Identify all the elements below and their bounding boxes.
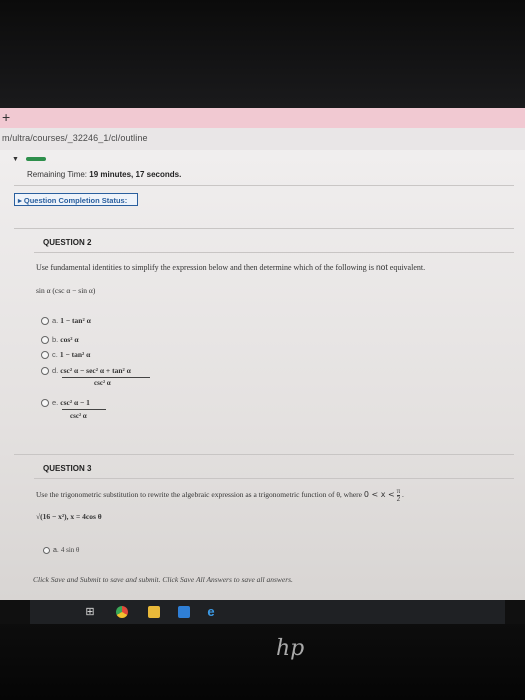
question-header-line: [34, 252, 514, 253]
question-3-option-a[interactable]: a. 4 sin θ: [43, 546, 79, 554]
option-denominator: csc² α: [94, 379, 111, 387]
file-explorer-icon[interactable]: [148, 606, 160, 618]
option-d[interactable]: d. csc² α − sec² α + tan² α: [41, 366, 131, 375]
progress-indicator: [26, 157, 46, 161]
fraction-bar: [62, 377, 150, 378]
triangle-down-icon[interactable]: ▼: [12, 156, 19, 163]
option-a[interactable]: a. 1 − tan² α: [41, 316, 91, 325]
option-label: c.: [52, 350, 58, 359]
option-e[interactable]: e. csc² α − 1: [41, 398, 90, 407]
hp-logo: hp: [276, 636, 305, 661]
edge-icon[interactable]: e: [205, 605, 217, 618]
timer-label: Remaining Time:: [27, 170, 88, 179]
option-b[interactable]: b. cos² α: [41, 335, 79, 344]
url-text: m/ultra/courses/_32246_1/cl/outline: [2, 133, 148, 143]
instruction-end: equivalent.: [389, 263, 426, 272]
question-3-title: QUESTION 3: [43, 464, 92, 473]
question-header-line: [34, 478, 514, 479]
option-text: 4 sin θ: [60, 546, 80, 554]
timer-value: 19 minutes, 17 seconds.: [89, 170, 182, 179]
laptop-bezel: [0, 624, 525, 700]
status-expand-icon: ▸: [18, 196, 22, 205]
chrome-icon[interactable]: [116, 606, 128, 618]
option-numerator: csc² α − sec² α + tan² α: [60, 366, 131, 375]
instruction-text: Use fundamental identities to simplify t…: [36, 263, 374, 272]
option-text: 1 − tan² α: [59, 350, 91, 359]
divider: [14, 185, 514, 186]
question-3-instruction: Use the trigonometric substitution to re…: [36, 488, 404, 503]
store-icon[interactable]: [178, 606, 190, 618]
status-button-label: Question Completion Status:: [23, 196, 128, 205]
radio-button[interactable]: [41, 350, 49, 359]
option-label: e.: [52, 398, 59, 407]
option-c[interactable]: c. 1 − tan² α: [41, 350, 90, 359]
condition-end: .: [402, 490, 404, 500]
option-label: b.: [52, 335, 59, 344]
radio-button[interactable]: [43, 546, 50, 554]
browser-tab-strip: [0, 108, 525, 128]
dark-photo-border: [0, 0, 525, 108]
instruction-emphasis: not: [375, 262, 388, 272]
question-completion-status-button[interactable]: ▸ Question Completion Status:: [14, 193, 138, 206]
option-denominator: csc² α: [70, 412, 87, 420]
question-2-instruction: Use fundamental identities to simplify t…: [36, 262, 425, 272]
task-view-icon[interactable]: ⊞: [84, 606, 96, 618]
question-divider: [14, 228, 514, 229]
radio-button[interactable]: [41, 366, 49, 375]
remaining-time: Remaining Time: 19 minutes, 17 seconds.: [27, 170, 181, 179]
question-2-title: QUESTION 2: [43, 238, 92, 247]
option-label: a.: [53, 546, 59, 554]
windows-taskbar: [30, 600, 505, 624]
question-3-substitution: √(16 − x²), x = 4cos θ: [36, 512, 102, 521]
save-instructions: Click Save and Submit to save and submit…: [33, 575, 293, 584]
option-label: d.: [52, 366, 59, 375]
option-label: a.: [52, 316, 59, 325]
option-numerator: csc² α − 1: [60, 398, 90, 407]
option-text: cos² α: [60, 335, 79, 344]
option-text: 1 − tan² α: [60, 316, 91, 325]
instruction-text: Use the trigonometric substitution to re…: [36, 490, 362, 500]
condition-denominator: 2: [396, 495, 401, 503]
condition-text: 0 < x <: [363, 490, 395, 500]
radio-button[interactable]: [41, 316, 49, 325]
radio-button[interactable]: [41, 398, 49, 407]
radio-button[interactable]: [41, 335, 49, 344]
question-2-expression: sin α (csc α − sin α): [36, 286, 96, 295]
condition-fraction: π 2: [396, 488, 401, 503]
question-divider: [14, 454, 514, 455]
fraction-bar: [62, 409, 106, 410]
test-page: [0, 150, 525, 600]
new-tab-button[interactable]: +: [2, 110, 10, 124]
